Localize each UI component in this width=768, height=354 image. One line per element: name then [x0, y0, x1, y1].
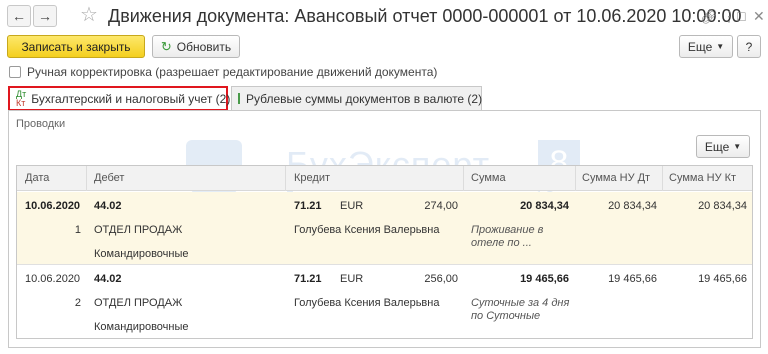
- panel-more-label: Еще: [704, 139, 730, 154]
- close-icon[interactable]: ✕: [753, 7, 765, 25]
- amount-nu-kt: 19 465,66: [698, 273, 747, 285]
- credit-subconto-1: Голубева Ксения Валерьвна: [294, 224, 440, 236]
- forward-button[interactable]: →: [33, 5, 57, 27]
- debit-account: 44.02: [94, 273, 122, 285]
- dropdown-arrow-icon: ▼: [733, 142, 742, 151]
- debit-subconto-2: Командировочные: [94, 248, 189, 260]
- panel-more-button[interactable]: Еще ▼: [696, 135, 750, 158]
- debit-subconto-1: ОТДЕЛ ПРОДАЖ: [94, 297, 183, 309]
- window-title: Движения документа: Авансовый отчет 0000…: [108, 6, 742, 26]
- tab-ruble-amounts[interactable]: Рублевые суммы документов в валюте (2): [231, 86, 482, 110]
- refresh-icon: ↻: [160, 38, 172, 54]
- credit-account: 71.21: [294, 200, 322, 212]
- link-icon[interactable]: 🔗︎: [700, 7, 718, 25]
- amount-nu-dt: 20 834,34: [608, 200, 657, 212]
- manual-correction-label[interactable]: Ручная корректировка (разрешает редактир…: [27, 64, 437, 80]
- col-amount[interactable]: Сумма: [471, 172, 506, 184]
- table-header: Дата Дебет Кредит Сумма Сумма НУ Дт Сумм…: [17, 166, 752, 191]
- save-and-close-button[interactable]: Записать и закрыть: [7, 35, 145, 58]
- title-bar: ← → ☆ Движения документа: Авансовый отче…: [0, 0, 768, 32]
- dt-kt-icon: Дт Кт: [16, 88, 27, 108]
- back-button[interactable]: ←: [7, 5, 31, 27]
- row-number: 2: [74, 297, 81, 309]
- favorite-star-icon[interactable]: ☆: [80, 3, 98, 27]
- more-vertical-icon[interactable]: ⋮: [722, 7, 736, 25]
- tab-ruble-amounts-label: Рублевые суммы документов в валюте (2): [246, 91, 483, 106]
- debit-account: 44.02: [94, 200, 122, 212]
- tab-accounting-label: Бухгалтерский и налоговый учет (2): [31, 91, 231, 106]
- debit-subconto-1: ОТДЕЛ ПРОДАЖ: [94, 224, 183, 236]
- arrow-right-icon: →: [38, 8, 52, 24]
- section-title: Проводки: [16, 118, 66, 130]
- currency-amount: 256,00: [424, 273, 458, 285]
- amount-nu-kt: 20 834,34: [698, 200, 747, 212]
- row-date: 10.06.2020: [25, 273, 81, 285]
- credit-subconto-1: Голубева Ксения Валерьвна: [294, 297, 440, 309]
- currency-amount: 274,00: [424, 200, 458, 212]
- col-date[interactable]: Дата: [25, 172, 49, 184]
- refresh-label: Обновить: [176, 39, 232, 54]
- row-number: 1: [74, 224, 81, 236]
- arrow-left-icon: ←: [12, 8, 26, 24]
- tab-accounting[interactable]: Дт Кт Бухгалтерский и налоговый учет (2): [8, 86, 231, 111]
- col-nu-dt[interactable]: Сумма НУ Дт: [582, 172, 650, 184]
- currency: EUR: [340, 273, 364, 285]
- credit-account: 71.21: [294, 273, 322, 285]
- col-credit[interactable]: Кредит: [294, 172, 330, 184]
- comment: Проживание в отеле по ...: [471, 224, 544, 249]
- debit-subconto-2: Командировочные: [94, 321, 189, 333]
- amount: 20 834,34: [520, 200, 569, 212]
- amount-nu-dt: 19 465,66: [608, 273, 657, 285]
- refresh-button[interactable]: ↻ Обновить: [152, 35, 240, 58]
- row-date: 10.06.2020: [25, 200, 81, 212]
- col-debit[interactable]: Дебет: [94, 172, 124, 184]
- manual-correction-checkbox[interactable]: [9, 66, 21, 78]
- amount: 19 465,66: [520, 273, 569, 285]
- table-icon: [238, 93, 240, 104]
- currency: EUR: [340, 200, 364, 212]
- comment: Суточные за 4 дня по Суточные: [471, 297, 570, 322]
- dropdown-arrow-icon: ▼: [716, 42, 725, 51]
- more-button[interactable]: Еще ▼: [679, 35, 733, 58]
- col-nu-kt[interactable]: Сумма НУ Кт: [669, 172, 736, 184]
- more-label: Еще: [687, 39, 713, 54]
- maximize-icon[interactable]: □: [737, 7, 745, 25]
- help-button[interactable]: ?: [737, 35, 761, 58]
- entries-table: Дата Дебет Кредит Сумма Сумма НУ Дт Сумм…: [16, 165, 753, 339]
